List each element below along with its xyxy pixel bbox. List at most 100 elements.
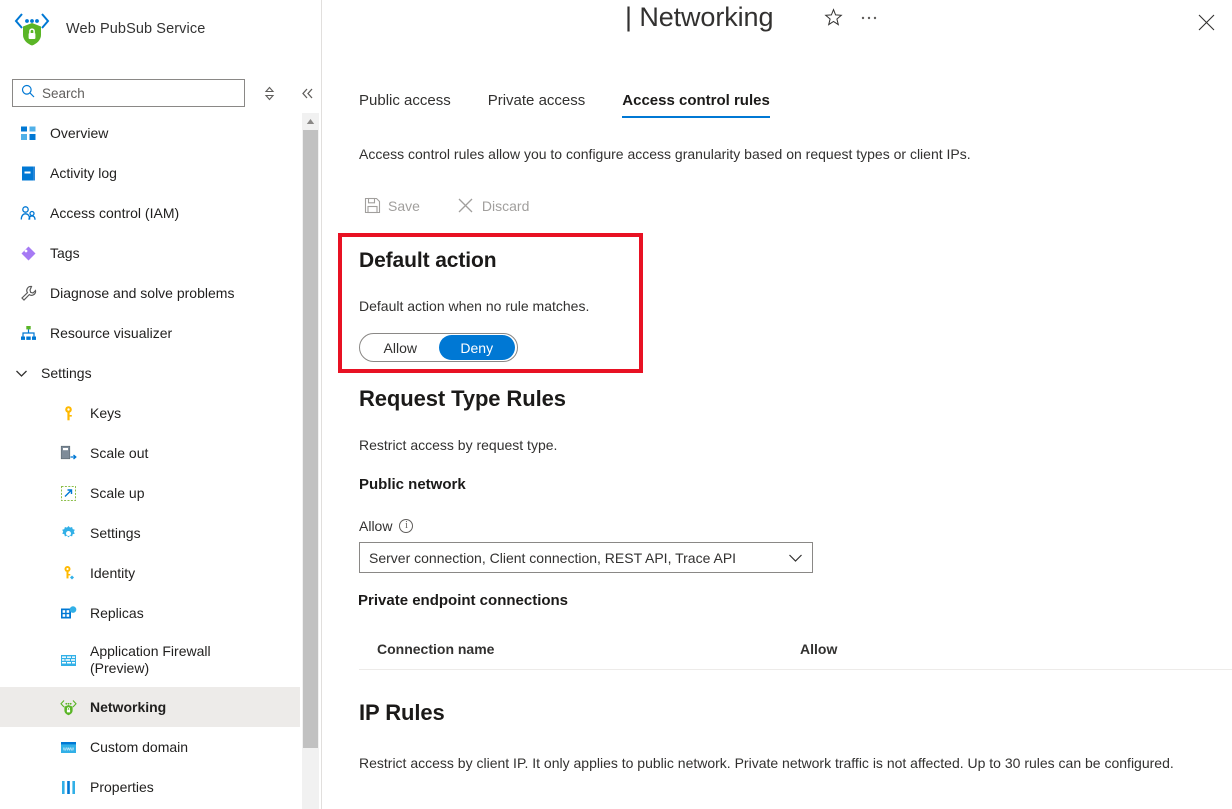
scale-out-icon	[60, 445, 77, 462]
sidebar-nav-list: Overview Activity log	[0, 113, 300, 809]
sidebar-item-overview[interactable]: Overview	[0, 113, 300, 153]
custom-domain-icon: www	[60, 739, 77, 756]
default-action-description: Default action when no rule matches.	[359, 298, 589, 314]
search-icon	[21, 84, 35, 103]
sidebar-item-label: Replicas	[90, 605, 144, 622]
svg-text:www: www	[63, 746, 74, 752]
sidebar-item-access-control[interactable]: Access control (IAM)	[0, 193, 300, 233]
gear-icon	[60, 525, 77, 542]
allow-field-label: Allow i	[359, 518, 413, 534]
sidebar-item-label: Scale up	[90, 485, 144, 502]
discard-button[interactable]: Discard	[447, 192, 538, 219]
discard-button-label: Discard	[482, 198, 529, 214]
sidebar-scrollbar[interactable]	[302, 113, 319, 809]
column-header-allow[interactable]: Allow	[800, 641, 837, 657]
resource-brand: Web PubSub Service	[14, 6, 205, 52]
sidebar-search-row	[12, 79, 321, 107]
scroll-up-arrow-icon[interactable]	[302, 113, 319, 130]
request-type-rules-description: Restrict access by request type.	[359, 437, 557, 453]
sidebar-item-identity[interactable]: Identity	[0, 553, 300, 593]
chevron-down-icon	[13, 365, 30, 382]
resource-brand-label: Web PubSub Service	[66, 21, 205, 37]
info-circle-icon[interactable]: i	[399, 519, 413, 533]
sidebar-item-label: Tags	[50, 245, 80, 262]
wrench-icon	[20, 285, 37, 302]
double-chevron-left-icon[interactable]	[293, 79, 321, 107]
resource-visualizer-icon	[20, 325, 37, 342]
sidebar-scrollbar-thumb[interactable]	[303, 130, 318, 748]
command-bar: Save Discard	[355, 192, 538, 219]
tab-public-access[interactable]: Public access	[359, 92, 451, 118]
sidebar-item-label: Settings	[90, 525, 141, 542]
private-endpoint-connections-title: Private endpoint connections	[358, 592, 568, 609]
save-button-label: Save	[388, 198, 420, 214]
search-box[interactable]	[12, 79, 245, 107]
resource-sidebar: Web PubSub Service	[0, 0, 322, 809]
save-button[interactable]: Save	[355, 193, 429, 218]
sidebar-item-diagnose[interactable]: Diagnose and solve problems	[0, 273, 300, 313]
sidebar-item-label: Resource visualizer	[50, 325, 172, 342]
sidebar-item-activity-log[interactable]: Activity log	[0, 153, 300, 193]
sidebar-item-properties[interactable]: Properties	[0, 767, 300, 807]
azure-portal-blade: Web PubSub Service	[0, 0, 1232, 809]
sort-icon[interactable]	[255, 79, 283, 107]
sidebar-item-label: Properties	[90, 779, 154, 796]
sidebar-item-tags[interactable]: Tags	[0, 233, 300, 273]
access-control-icon	[20, 205, 37, 222]
sidebar-item-settings[interactable]: Settings	[0, 513, 300, 553]
allow-request-types-dropdown[interactable]: Server connection, Client connection, RE…	[359, 542, 813, 573]
sidebar-item-custom-domain[interactable]: www Custom domain	[0, 727, 300, 767]
firewall-icon	[60, 652, 77, 669]
intro-description: Access control rules allow you to config…	[359, 146, 971, 162]
tags-icon	[20, 245, 37, 262]
overview-icon	[20, 125, 37, 142]
public-network-heading: Public network	[359, 476, 466, 493]
chevron-down-icon	[788, 553, 803, 563]
sidebar-item-networking[interactable]: Networking	[0, 687, 300, 727]
sidebar-group-settings[interactable]: Settings	[0, 353, 300, 393]
scale-up-icon	[60, 485, 77, 502]
sidebar-item-label: Networking	[90, 699, 166, 716]
sidebar-item-label: Overview	[50, 125, 108, 142]
default-action-title: Default action	[359, 249, 496, 273]
sidebar-item-label: Activity log	[50, 165, 117, 182]
sidebar-item-label: Scale out	[90, 445, 148, 462]
sidebar-group-label: Settings	[41, 365, 92, 382]
activity-log-icon	[20, 165, 37, 182]
ip-rules-title: IP Rules	[359, 700, 445, 726]
properties-icon	[60, 779, 77, 796]
main-content: Public access Private access Access cont…	[323, 0, 1232, 809]
key-icon	[60, 405, 77, 422]
sidebar-item-label: Keys	[90, 405, 121, 422]
tab-bar: Public access Private access Access cont…	[359, 92, 770, 118]
ip-rules-description: Restrict access by client IP. It only ap…	[359, 750, 1232, 777]
toggle-option-deny[interactable]: Deny	[439, 335, 516, 360]
discard-x-icon	[456, 196, 475, 215]
default-action-toggle[interactable]: Allow Deny	[359, 333, 518, 362]
search-input[interactable]	[42, 86, 227, 101]
tab-private-access[interactable]: Private access	[488, 92, 586, 118]
dropdown-selected-value: Server connection, Client connection, RE…	[369, 550, 788, 566]
networking-icon	[60, 699, 77, 716]
sidebar-item-label: Custom domain	[90, 739, 188, 756]
sidebar-item-label: Access control (IAM)	[50, 205, 179, 222]
sidebar-item-keys[interactable]: Keys	[0, 393, 300, 433]
identity-key-icon	[60, 565, 77, 582]
web-pubsub-logo	[14, 10, 50, 48]
replicas-icon	[60, 605, 77, 622]
sidebar-item-label: Application Firewall (Preview)	[90, 643, 270, 677]
sidebar-item-scale-up[interactable]: Scale up	[0, 473, 300, 513]
sidebar-item-scale-out[interactable]: Scale out	[0, 433, 300, 473]
private-endpoint-connections-table-header: Connection name Allow	[359, 632, 1232, 670]
request-type-rules-title: Request Type Rules	[359, 386, 566, 412]
allow-label-text: Allow	[359, 518, 392, 534]
column-header-connection-name[interactable]: Connection name	[377, 641, 494, 657]
sidebar-item-resource-visualizer[interactable]: Resource visualizer	[0, 313, 300, 353]
sidebar-item-label: Diagnose and solve problems	[50, 285, 234, 302]
save-disk-icon	[364, 197, 381, 214]
toggle-option-allow[interactable]: Allow	[362, 335, 439, 360]
sidebar-item-replicas[interactable]: Replicas	[0, 593, 300, 633]
tab-access-control-rules[interactable]: Access control rules	[622, 92, 770, 118]
sidebar-item-label: Identity	[90, 565, 135, 582]
sidebar-item-application-firewall[interactable]: Application Firewall (Preview)	[0, 633, 300, 687]
